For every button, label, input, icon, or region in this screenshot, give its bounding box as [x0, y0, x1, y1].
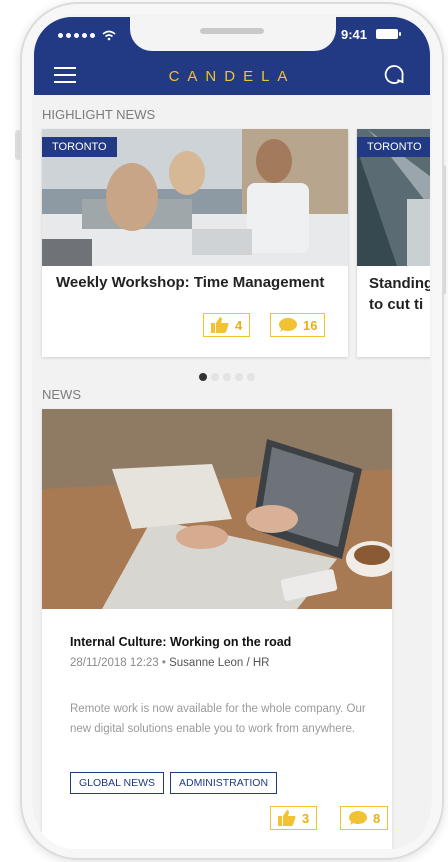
carousel-pagination[interactable]	[199, 373, 255, 381]
news-title[interactable]: Internal Culture: Working on the road	[70, 635, 291, 649]
comment-bubble-icon	[349, 811, 367, 825]
pagination-dot[interactable]	[223, 373, 231, 381]
news-date: 28/11/2018 12:23	[70, 657, 159, 669]
tag-administration[interactable]: ADMINISTRATION	[170, 772, 278, 794]
app-screen: 9:41 CANDELA HIGHLIGHT NEWS TORONTO Week…	[34, 17, 430, 849]
app-header: 9:41 CANDELA	[34, 17, 430, 95]
wifi-icon	[102, 30, 116, 41]
tag-global-news[interactable]: GLOBAL NEWS	[70, 772, 165, 794]
comment-count: 8	[373, 810, 381, 826]
city-tag: TORONTO	[357, 137, 430, 157]
news-section-title: NEWS	[42, 387, 81, 402]
news-body: Remote work is now available for the who…	[70, 703, 366, 735]
highlight-section-title: HIGHLIGHT NEWS	[42, 107, 156, 122]
like-button[interactable]: 3	[270, 806, 318, 830]
app-brand: CANDELA	[168, 68, 296, 85]
like-count: 4	[235, 317, 243, 333]
highlight-card[interactable]: TORONTO Standing to cut ti	[357, 129, 430, 357]
signal-icon	[58, 30, 116, 41]
comment-bubble-icon	[279, 318, 297, 332]
pagination-dot[interactable]	[199, 373, 207, 381]
news-author: Susanne Leon / HR	[169, 657, 270, 669]
highlight-title: Standing to cut ti	[369, 275, 430, 313]
highlight-title: Weekly Workshop: Time Management	[56, 274, 325, 291]
comment-button[interactable]: 8	[340, 806, 389, 830]
thumbs-up-icon	[211, 317, 229, 333]
news-meta: 28/11/2018 12:23 • Susanne Leon / HR	[70, 657, 270, 669]
speaker	[200, 28, 264, 34]
status-time: 9:41	[341, 27, 368, 42]
news-card[interactable]: Internal Culture: Working on the road 28…	[42, 409, 392, 849]
like-count: 3	[302, 810, 310, 826]
phone-notch	[130, 17, 336, 51]
pagination-dot[interactable]	[247, 373, 255, 381]
comment-button[interactable]: 16	[270, 313, 326, 337]
city-tag: TORONTO	[42, 137, 117, 157]
refresh-icon[interactable]	[383, 62, 407, 86]
thumbs-up-icon	[278, 810, 296, 826]
pagination-dot[interactable]	[211, 373, 219, 381]
battery-icon	[376, 29, 401, 39]
pagination-dot[interactable]	[235, 373, 243, 381]
highlight-card[interactable]: TORONTO Weekly Workshop: Time Management…	[42, 129, 348, 357]
comment-count: 16	[303, 317, 318, 333]
like-button[interactable]: 4	[203, 313, 251, 337]
news-image	[42, 409, 392, 609]
